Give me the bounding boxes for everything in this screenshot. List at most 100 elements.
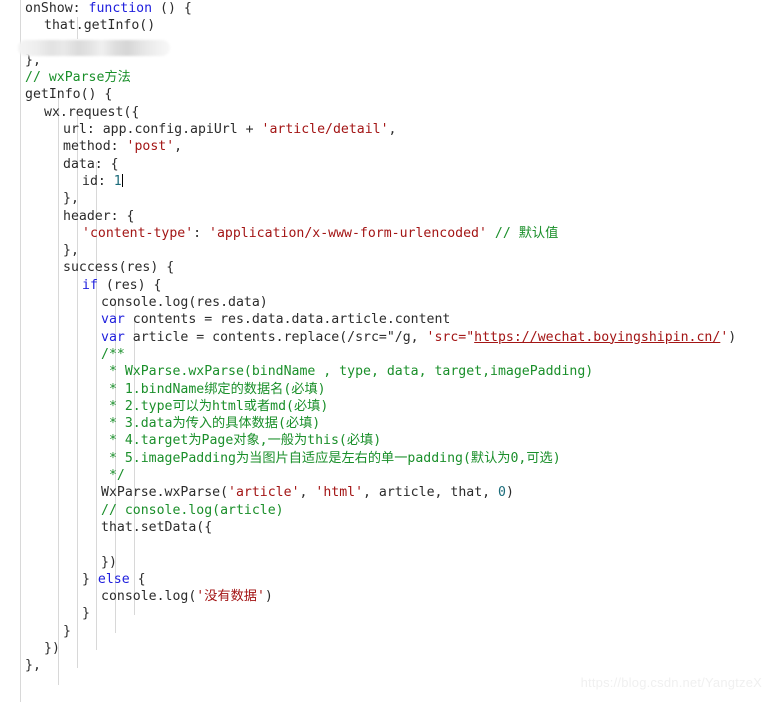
code-token-str: 'src=": [426, 329, 475, 345]
code-line[interactable]: * 3.data为传入的具体数据(必填): [0, 415, 774, 432]
code-line[interactable]: var article = contents.replace(/src="/g,…: [0, 329, 774, 346]
code-token-plain: ): [505, 485, 514, 501]
code-token-plain: id:: [82, 173, 114, 189]
code-token-cmt: * 1.bindName绑定的数据名(必填): [101, 381, 326, 397]
code-line[interactable]: } else {: [0, 571, 774, 588]
code-token-cmt: /**: [101, 346, 125, 362]
code-token-cmt: // 默认值: [494, 225, 559, 241]
code-line[interactable]: 'content-type': 'application/x-www-form-…: [0, 225, 774, 242]
code-token-plain: ,: [388, 122, 397, 138]
code-line[interactable]: var contents = res.data.data.article.con…: [0, 311, 774, 328]
code-token-plain: that.getInfo(): [44, 18, 156, 34]
code-token-plain: }: [82, 571, 98, 587]
code-editor[interactable]: onShow: function () {that.getInfo()},// …: [0, 0, 774, 702]
code-token-plain: console.log(: [101, 589, 197, 605]
code-line[interactable]: WxParse.wxParse('article', 'html', artic…: [0, 484, 774, 501]
code-line[interactable]: * 4.target为Page对象,一般为this(必填): [0, 432, 774, 449]
code-line[interactable]: onShow: function () {: [0, 0, 774, 17]
code-line[interactable]: },: [0, 657, 774, 674]
blurred-code-region: [18, 40, 170, 56]
code-line[interactable]: success(res) {: [0, 259, 774, 276]
code-line[interactable]: },: [0, 190, 774, 207]
code-token-plain: },: [25, 658, 41, 674]
code-token-plain: getInfo() {: [25, 87, 113, 103]
code-token-str: 'content-type': [82, 225, 194, 241]
code-line[interactable]: method: 'post',: [0, 138, 774, 155]
code-token-plain: }: [63, 623, 71, 639]
code-token-plain: console.log(res.data): [101, 295, 268, 311]
code-token-str: 'article': [228, 485, 300, 501]
code-line[interactable]: url: app.config.apiUrl + 'article/detail…: [0, 121, 774, 138]
code-token-kw: var: [101, 329, 125, 345]
code-line[interactable]: console.log('没有数据'): [0, 588, 774, 605]
code-token-cmt: * 5.imagePadding为当图片自适应是左右的单一padding(默认为…: [101, 450, 561, 466]
code-token-str: 'application/x-www-form-urlencoded': [209, 225, 487, 241]
code-line[interactable]: }: [0, 605, 774, 622]
code-line[interactable]: /**: [0, 346, 774, 363]
code-token-plain: }): [101, 554, 117, 570]
code-line[interactable]: }): [0, 554, 774, 571]
code-token-cmt: */: [101, 468, 125, 484]
code-line[interactable]: // console.log(article): [0, 502, 774, 519]
code-line[interactable]: that.getInfo(): [0, 17, 774, 34]
code-line[interactable]: },: [0, 242, 774, 259]
code-token-plain: wx.request({: [44, 104, 140, 120]
code-token-cmt: * 4.target为Page对象,一般为this(必填): [101, 433, 382, 449]
code-token-plain: data: {: [63, 156, 119, 172]
code-line[interactable]: // wxParse方法: [0, 69, 774, 86]
code-token-num: 1: [113, 173, 122, 189]
code-token-plain: }: [82, 606, 90, 622]
code-token-cmt: // wxParse方法: [25, 70, 131, 86]
code-line[interactable]: data: {: [0, 156, 774, 173]
code-line[interactable]: * 5.imagePadding为当图片自适应是左右的单一padding(默认为…: [0, 450, 774, 467]
code-token-plain: contents = res.data.data.article.content: [124, 312, 451, 328]
code-line[interactable]: [0, 536, 774, 553]
code-token-plain: ,: [174, 139, 183, 155]
code-line[interactable]: wx.request({: [0, 104, 774, 121]
code-token-cmt: * WxParse.wxParse(bindName , type, data,…: [101, 364, 594, 380]
code-token-str: '没有数据': [196, 589, 265, 605]
watermark-text: https://blog.csdn.net/YangtzeX: [580, 675, 762, 690]
code-token-plain: (res) {: [97, 277, 162, 293]
code-token-cmt: * 2.type可以为html或者md(必填): [101, 398, 329, 414]
code-token-plain: success(res) {: [63, 260, 175, 276]
code-token-plain: header: {: [63, 208, 135, 224]
code-token-plain: :: [193, 225, 210, 241]
code-line[interactable]: }): [0, 640, 774, 657]
text-caret: [121, 173, 124, 187]
code-token-cmt: * 3.data为传入的具体数据(必填): [101, 416, 321, 432]
code-line[interactable]: header: {: [0, 208, 774, 225]
code-line[interactable]: * 1.bindName绑定的数据名(必填): [0, 381, 774, 398]
code-token-plain: url: app.config.apiUrl +: [63, 122, 262, 138]
code-token-plain: WxParse.wxParse(: [101, 485, 229, 501]
code-token-str: 'article/detail': [261, 122, 389, 138]
code-line[interactable]: console.log(res.data): [0, 294, 774, 311]
code-token-plain: onShow:: [25, 1, 89, 16]
code-line[interactable]: * 2.type可以为html或者md(必填): [0, 398, 774, 415]
code-line[interactable]: if (res) {: [0, 277, 774, 294]
code-token-plain: ): [264, 589, 273, 605]
code-line[interactable]: getInfo() {: [0, 86, 774, 103]
code-token-plain: that.setData({: [101, 519, 213, 535]
code-token-plain: },: [63, 243, 79, 259]
code-token-kw: function: [88, 1, 153, 16]
code-token-plain: article = contents.replace(/src="/g,: [124, 329, 427, 345]
code-token-cmt: // console.log(article): [101, 502, 284, 518]
code-token-plain: , article, that,: [363, 485, 499, 501]
code-token-kw: else: [97, 571, 130, 587]
code-content[interactable]: onShow: function () {that.getInfo()},// …: [0, 0, 774, 675]
code-line[interactable]: * WxParse.wxParse(bindName , type, data,…: [0, 363, 774, 380]
code-token-plain: }): [44, 640, 60, 656]
code-token-str: 'html': [315, 485, 364, 501]
code-line[interactable]: that.setData({: [0, 519, 774, 536]
code-token-plain: ,: [299, 485, 316, 501]
code-token-link: https://wechat.boyingshipin.cn/: [474, 329, 721, 345]
code-line[interactable]: }: [0, 623, 774, 640]
code-line[interactable]: id: 1: [0, 173, 774, 190]
code-token-str: 'post': [126, 139, 175, 155]
code-line[interactable]: */: [0, 467, 774, 484]
code-token-plain: {: [129, 571, 146, 587]
code-token-plain: () {: [152, 1, 192, 16]
code-token-plain: ): [728, 329, 737, 345]
